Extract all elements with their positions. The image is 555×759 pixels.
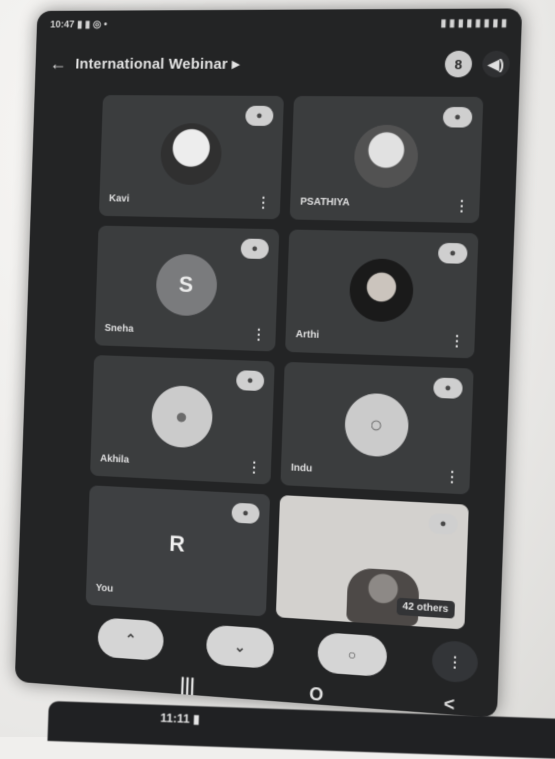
more-options-icon[interactable]: ⋮ bbox=[256, 193, 270, 209]
self-tile[interactable]: ● R You bbox=[85, 484, 271, 617]
participant-tile[interactable]: ● Arthi ⋮ bbox=[285, 228, 479, 359]
participant-name: Kavi bbox=[108, 192, 130, 205]
top-bar: ← International Webinar ▸ 8 ◀) bbox=[44, 44, 511, 85]
mic-off-icon: ● bbox=[235, 370, 265, 392]
mic-off-icon: ● bbox=[240, 238, 270, 259]
participant-name: PSATHIYA bbox=[300, 196, 350, 208]
more-options-icon[interactable]: ⋮ bbox=[252, 326, 266, 342]
end-call-button[interactable]: ⌃ bbox=[97, 617, 165, 662]
participant-tile[interactable]: ● Kavi ⋮ bbox=[98, 95, 284, 219]
mic-off-icon: ● bbox=[245, 105, 274, 126]
status-bar: 10:47 ▮ ▮ ◎ • ▮ ▮ ▮ ▮ ▮ ▮ ▮ ▮ bbox=[50, 15, 507, 33]
mic-off-icon: ● bbox=[442, 106, 473, 128]
mic-button[interactable]: ⌄ bbox=[205, 624, 275, 670]
more-options-icon[interactable]: ⋮ bbox=[247, 458, 261, 475]
avatar bbox=[352, 124, 419, 189]
participant-grid: ● Kavi ⋮ ● PSATHIYA ⋮ ● S Sneha ⋮ ● Arth… bbox=[85, 95, 484, 630]
speaker-icon[interactable]: ◀) bbox=[481, 50, 511, 78]
status-left: 10:47 ▮ ▮ ◎ • bbox=[50, 18, 108, 30]
camera-button[interactable]: ○ bbox=[317, 632, 388, 678]
participant-name: Arthi bbox=[295, 329, 320, 341]
participant-tile[interactable]: ● ○ Indu ⋮ bbox=[280, 361, 474, 495]
avatar bbox=[348, 258, 414, 323]
more-options-icon[interactable]: ⋮ bbox=[454, 197, 469, 214]
meeting-title[interactable]: International Webinar ▸ bbox=[71, 55, 435, 73]
second-phone-status: 11:11 ▮ bbox=[160, 710, 200, 727]
participant-tile[interactable]: ● PSATHIYA ⋮ bbox=[289, 96, 484, 223]
back-arrow-icon[interactable]: ← bbox=[45, 53, 72, 74]
mic-off-icon: ● bbox=[231, 502, 260, 524]
mic-off-icon: ● bbox=[428, 512, 459, 535]
others-tile[interactable]: ● 42 others bbox=[275, 494, 469, 630]
others-count[interactable]: 42 others bbox=[396, 597, 455, 619]
participant-name: Sneha bbox=[104, 322, 134, 335]
more-options-icon[interactable]: ⋮ bbox=[449, 332, 464, 349]
avatar: S bbox=[154, 253, 218, 317]
participant-tile[interactable]: ● S Sneha ⋮ bbox=[94, 225, 280, 352]
video-thumbnail bbox=[346, 567, 420, 627]
self-avatar-letter: R bbox=[168, 530, 186, 557]
participant-name: You bbox=[95, 582, 114, 595]
participant-tile[interactable]: ● ● Akhila ⋮ bbox=[90, 355, 275, 485]
participant-name: Indu bbox=[290, 461, 313, 475]
more-controls-button[interactable]: ⋮ bbox=[431, 639, 479, 684]
avatar: ○ bbox=[343, 392, 409, 458]
more-options-icon[interactable]: ⋮ bbox=[445, 467, 460, 484]
avatar: ● bbox=[150, 384, 213, 449]
phone-screen: 10:47 ▮ ▮ ◎ • ▮ ▮ ▮ ▮ ▮ ▮ ▮ ▮ ← Internat… bbox=[14, 8, 523, 719]
participant-name: Akhila bbox=[100, 452, 130, 466]
avatar bbox=[159, 122, 222, 186]
mic-off-icon: ● bbox=[437, 242, 468, 264]
status-right: ▮ ▮ ▮ ▮ ▮ ▮ ▮ ▮ bbox=[440, 17, 508, 29]
mic-off-icon: ● bbox=[433, 377, 463, 399]
participants-icon[interactable]: 8 bbox=[444, 50, 473, 78]
